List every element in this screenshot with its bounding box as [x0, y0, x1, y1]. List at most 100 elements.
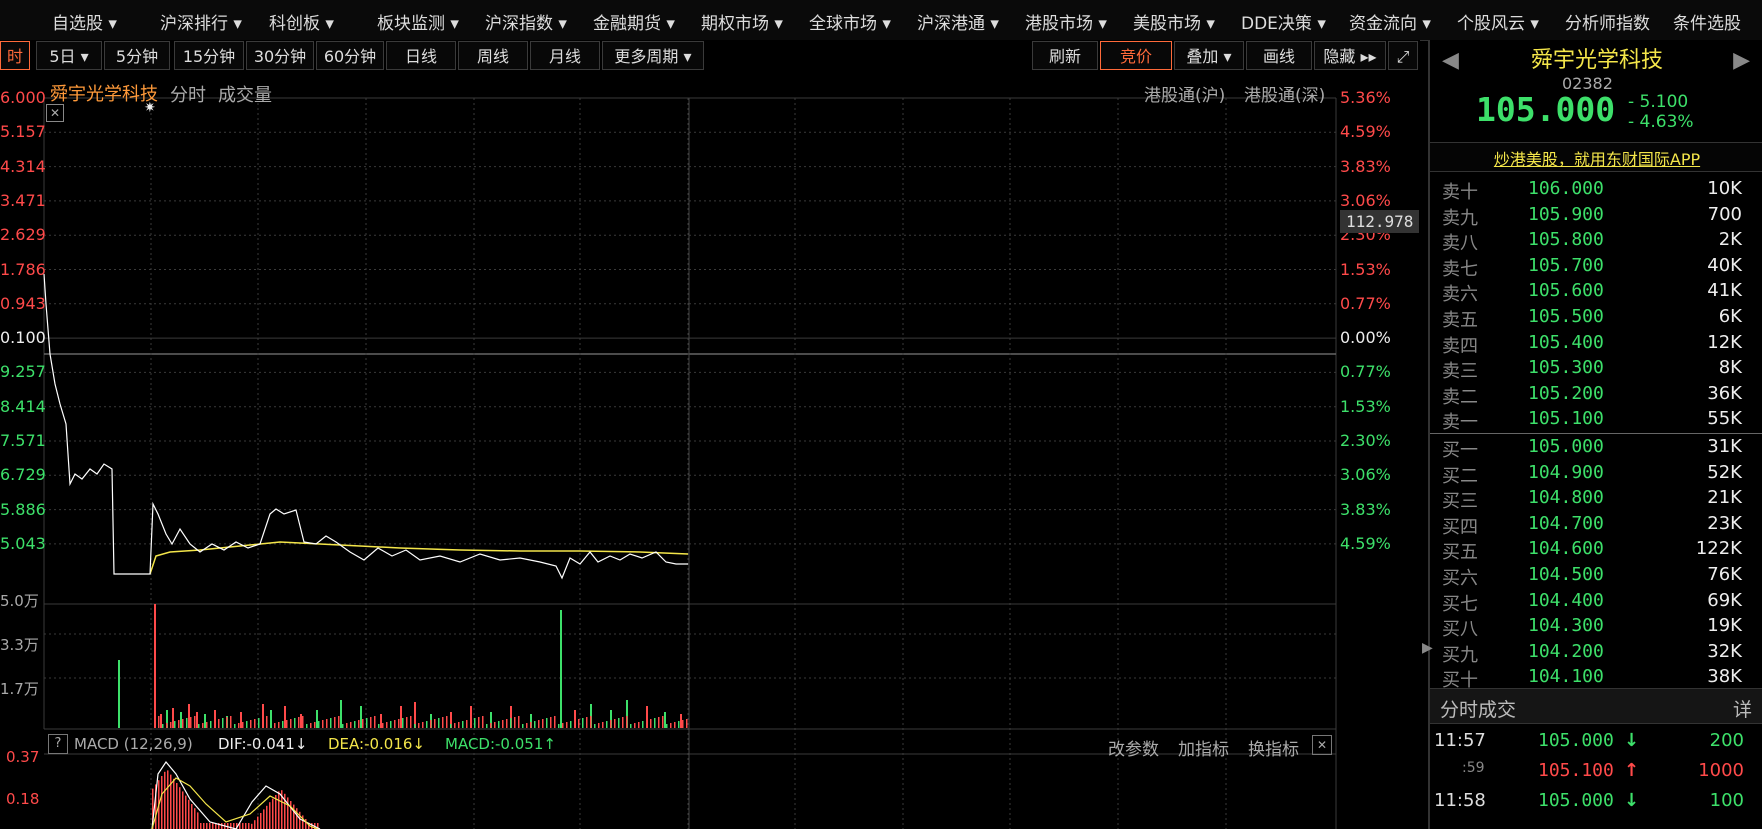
promo-link[interactable]: 炒港美股，就用东财国际APP [1430, 146, 1762, 170]
close-overlay-icon[interactable]: ✕ [46, 104, 64, 122]
tab-15min[interactable]: 15分钟 [174, 41, 244, 70]
bids-level-row[interactable]: 买一 105.000 31K [1442, 436, 1742, 462]
menu-index[interactable]: 沪深指数 ▾ [485, 9, 567, 34]
bids-level-row[interactable]: 买八 104.300 19K [1442, 615, 1742, 641]
menu-star-market[interactable]: 科创板 ▾ [269, 9, 334, 34]
volume-bar [442, 717, 444, 728]
volume-bar [174, 721, 176, 728]
tab-5day[interactable]: 5日 ▾ [36, 41, 102, 70]
bids-level-row[interactable]: 买二 104.900 52K [1442, 462, 1742, 488]
tab-daily[interactable]: 日线 [386, 41, 456, 70]
level-price: 105.100 [1528, 408, 1604, 430]
indicator-help-icon[interactable]: ? [48, 734, 68, 754]
bids-level-row[interactable]: 买三 104.800 21K [1442, 487, 1742, 513]
asks-level-row[interactable]: 卖九 105.900 700 [1442, 204, 1742, 230]
tab-30min[interactable]: 30分钟 [246, 41, 314, 70]
book-divider [1430, 433, 1762, 434]
price-tick-label: 2.629 [0, 225, 46, 245]
menu-options[interactable]: 期权市场 ▾ [701, 9, 783, 34]
menu-futures[interactable]: 金融期货 ▾ [593, 9, 675, 34]
trade-direction-icon: ↑ [1624, 760, 1640, 781]
asks-level-row[interactable]: 卖七 105.700 40K [1442, 255, 1742, 281]
tab-weekly[interactable]: 周线 [458, 41, 528, 70]
tab-intraday[interactable]: 时 [0, 41, 30, 70]
volume-bar [562, 723, 564, 728]
menu-screener[interactable]: 条件选股 [1673, 9, 1741, 34]
bids-level-row[interactable]: 买九 104.200 32K [1442, 641, 1742, 667]
tab-5min[interactable]: 5分钟 [104, 41, 170, 70]
menu-sector-monitor[interactable]: 板块监测 ▾ [377, 9, 459, 34]
switch-indicator-button[interactable]: 换指标 [1248, 735, 1299, 760]
overlay-button[interactable]: 叠加 ▾ [1174, 41, 1244, 70]
draw-line-button[interactable]: 画线 [1246, 41, 1312, 70]
macd-bar [293, 804, 295, 829]
indicator-name: MACD (12,26,9) [74, 735, 193, 753]
asks-level-row[interactable]: 卖五 105.500 6K [1442, 306, 1742, 332]
volume-bar [238, 723, 240, 728]
level-name: 卖三 [1442, 361, 1478, 383]
level-name: 买九 [1442, 644, 1478, 666]
volume-bar [310, 723, 312, 728]
menu-hk[interactable]: 港股市场 ▾ [1025, 9, 1107, 34]
menu-analyst[interactable]: 分析师指数 [1565, 9, 1650, 34]
tab-monthly[interactable]: 月线 [530, 41, 600, 70]
close-indicator-icon[interactable]: ✕ [1312, 735, 1332, 755]
hide-button[interactable]: 隐藏 ▸▸ [1314, 41, 1386, 70]
macd-bar [194, 808, 196, 829]
asks-level-row[interactable]: 卖二 105.200 36K [1442, 383, 1742, 409]
asks-level-row[interactable]: 卖四 105.400 12K [1442, 332, 1742, 358]
stock-name-label: 舜宇光学科技 [50, 84, 158, 105]
asks-level-row[interactable]: 卖六 105.600 41K [1442, 280, 1742, 306]
volume-bar [414, 724, 416, 728]
modify-params-button[interactable]: 改参数 [1108, 735, 1159, 760]
tab-60min[interactable]: 60分钟 [316, 41, 384, 70]
bids-level-row[interactable]: 买五 104.600 122K [1442, 538, 1742, 564]
volume-bar [282, 721, 284, 728]
volume-bar [606, 721, 608, 728]
trade-price: 105.100 [1538, 760, 1614, 781]
asks-level-row[interactable]: 卖一 105.100 55K [1442, 408, 1742, 434]
bid-button[interactable]: 竞价 [1100, 41, 1172, 70]
trade-time: 11:58 [1434, 790, 1486, 811]
tab-more-periods[interactable]: 更多周期 ▾ [602, 41, 704, 70]
menu-watchlist[interactable]: 自选股 ▾ [52, 9, 117, 34]
volume-bar [490, 723, 492, 728]
menu-stock-news[interactable]: 个股风云 ▾ [1457, 9, 1539, 34]
volume-bar [506, 719, 508, 728]
fullscreen-icon[interactable]: ⤢ [1388, 41, 1418, 70]
refresh-button[interactable]: 刷新 [1032, 41, 1098, 70]
macd-bar [269, 802, 271, 829]
menu-rankings[interactable]: 沪深排行 ▾ [160, 9, 242, 34]
macd-bar [185, 795, 187, 829]
menu-global[interactable]: 全球市场 ▾ [809, 9, 891, 34]
level-volume: 69K [1707, 589, 1742, 611]
volume-bar [626, 716, 628, 728]
add-indicator-button[interactable]: 加指标 [1178, 735, 1229, 760]
volume-bar [374, 716, 376, 728]
panel-collapse-icon[interactable]: ▶ [1422, 640, 1433, 656]
price-tick-label: 3.471 [0, 190, 46, 210]
connect-sh-label: 港股通(沪) [1144, 86, 1226, 106]
menu-dde[interactable]: DDE决策 ▾ [1241, 9, 1326, 34]
volume-bar [370, 717, 372, 728]
asks-level-row[interactable]: 卖三 105.300 8K [1442, 357, 1742, 383]
menu-us[interactable]: 美股市场 ▾ [1133, 9, 1215, 34]
volume-bar [650, 719, 652, 728]
trades-detail-button[interactable]: 详 [1733, 695, 1752, 722]
intraday-chart[interactable]: 舜宇光学科技 分时 成交量 港股通(沪) 港股通(深) ✕ ✷ 6.000 5.1… [0, 74, 1420, 829]
menu-fund-flow[interactable]: 资金流向 ▾ [1349, 9, 1431, 34]
asks-level-row[interactable]: 卖八 105.800 2K [1442, 229, 1742, 255]
volume-bar [166, 723, 168, 728]
menu-connect[interactable]: 沪深港通 ▾ [917, 9, 999, 34]
volume-bar [186, 718, 188, 728]
bids-level-row[interactable]: 买七 104.400 69K [1442, 590, 1742, 616]
percent-tick-label: 5.36% [1340, 88, 1391, 107]
level-price: 105.700 [1528, 254, 1604, 276]
macd-bar [206, 823, 208, 829]
bids-level-row[interactable]: 买四 104.700 23K [1442, 513, 1742, 539]
volume-bar [230, 716, 232, 728]
volume-bar [602, 722, 604, 728]
percent-tick-label: 4.59% [1340, 122, 1391, 142]
bids-level-row[interactable]: 买六 104.500 76K [1442, 564, 1742, 590]
asks-level-row[interactable]: 卖十 106.000 10K [1442, 178, 1742, 204]
